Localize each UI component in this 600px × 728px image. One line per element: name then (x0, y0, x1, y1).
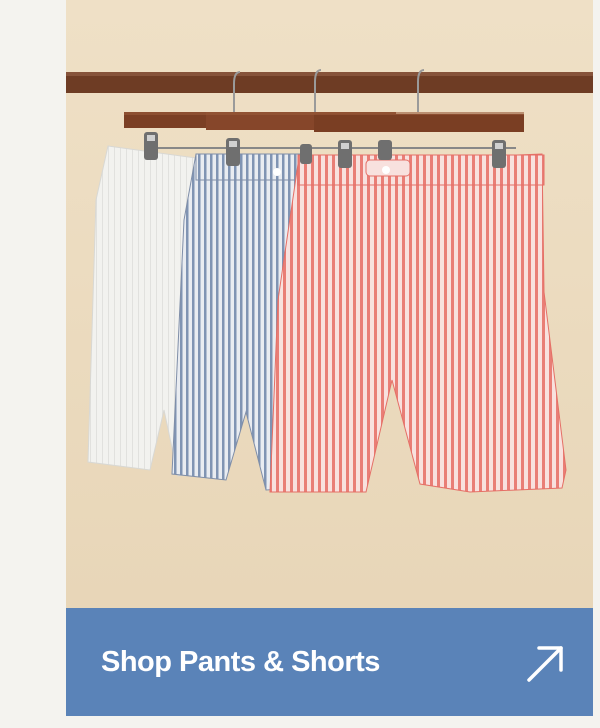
arrow-up-right-icon (527, 646, 563, 682)
product-image (66, 0, 593, 608)
promo-card[interactable]: Shop Pants & Shorts (66, 0, 593, 728)
cta-label: Shop Pants & Shorts (101, 646, 380, 678)
card-bottom-edge (66, 716, 593, 728)
red-seersucker-shorts (269, 153, 567, 493)
shop-pants-shorts-button[interactable]: Shop Pants & Shorts (66, 608, 593, 716)
